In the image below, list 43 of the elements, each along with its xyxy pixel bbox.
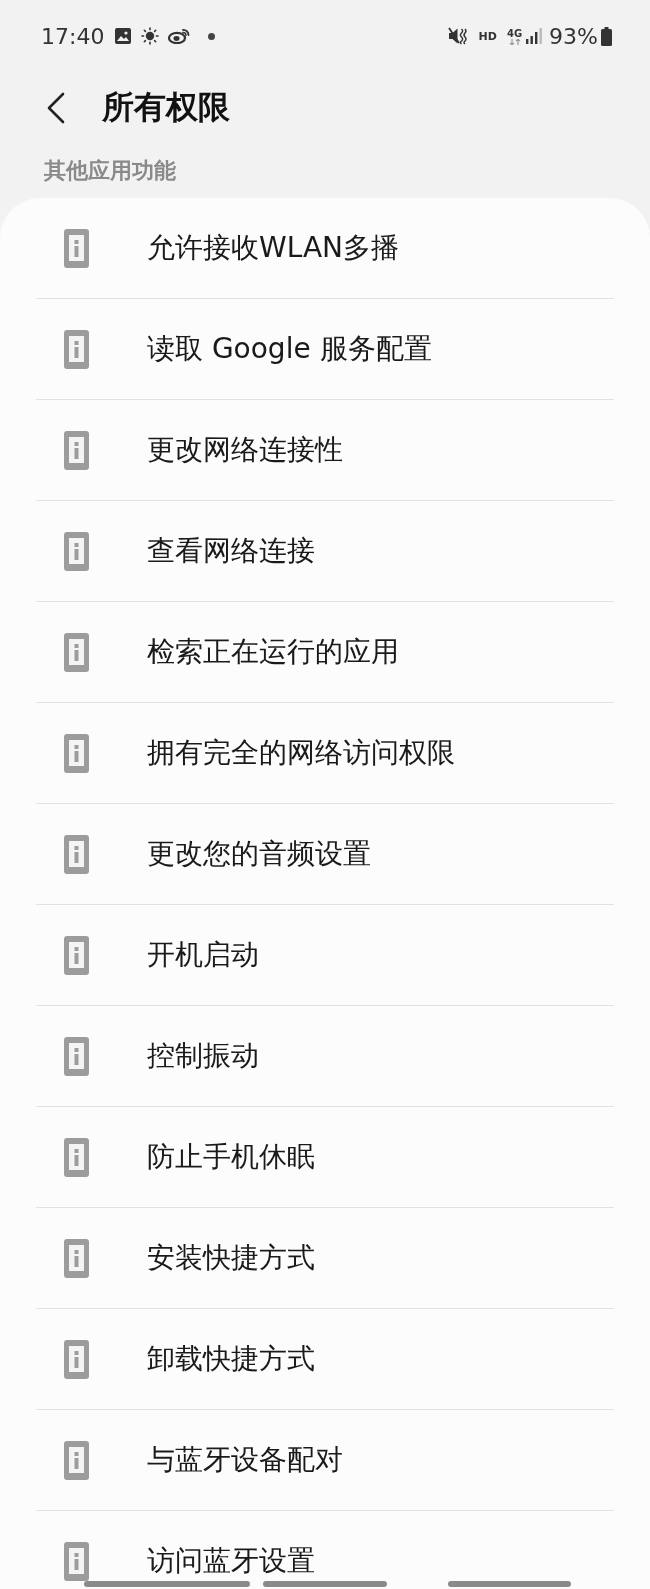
info-icon <box>64 1339 89 1379</box>
sun-icon <box>141 27 160 45</box>
muted-vibrate-icon <box>447 26 468 46</box>
page-title: 所有权限 <box>102 87 230 128</box>
eye-logo-icon <box>168 28 191 44</box>
info-icon <box>64 1238 89 1278</box>
permission-item[interactable]: 检索正在运行的应用 <box>147 633 399 671</box>
permission-item[interactable]: 更改您的音频设置 <box>147 835 371 873</box>
info-icon <box>64 228 89 268</box>
permission-item[interactable]: 控制振动 <box>147 1037 259 1075</box>
permission-item[interactable]: 拥有完全的网络访问权限 <box>147 734 455 772</box>
info-icon <box>64 1036 89 1076</box>
info-icon <box>64 329 89 369</box>
info-icon <box>64 1440 89 1480</box>
info-icon <box>64 430 89 470</box>
permission-item[interactable]: 防止手机休眠 <box>147 1138 315 1176</box>
info-icon <box>64 834 89 874</box>
signal-icon <box>526 28 544 44</box>
hd-label: HD <box>478 29 497 43</box>
image-icon <box>115 28 132 44</box>
info-icon <box>64 531 89 571</box>
permission-item[interactable]: 允许接收WLAN多播 <box>147 229 400 267</box>
battery-icon <box>601 26 612 46</box>
network-label: 4G <box>506 27 523 39</box>
permission-item[interactable]: 卸载快捷方式 <box>147 1340 315 1378</box>
permission-item[interactable]: 查看网络连接 <box>147 532 315 570</box>
back-button[interactable] <box>45 91 67 125</box>
info-icon <box>64 935 89 975</box>
info-icon <box>64 733 89 773</box>
status-time: 17:40 <box>41 23 105 49</box>
permission-item[interactable]: 与蓝牙设备配对 <box>147 1441 343 1479</box>
info-icon <box>64 1541 89 1581</box>
battery-percentage: 93% <box>549 23 598 49</box>
permission-item[interactable]: 更改网络连接性 <box>147 431 343 469</box>
data-arrows-icon <box>508 38 521 45</box>
info-icon <box>64 1137 89 1177</box>
permission-item[interactable]: 读取 Google 服务配置 <box>147 330 432 368</box>
permission-item[interactable]: 访问蓝牙设置 <box>147 1542 315 1580</box>
notification-dot-icon <box>208 32 216 40</box>
permission-item[interactable]: 开机启动 <box>147 936 259 974</box>
info-icon <box>64 632 89 672</box>
permission-item[interactable]: 安装快捷方式 <box>147 1239 315 1277</box>
section-heading: 其他应用功能 <box>44 157 176 185</box>
